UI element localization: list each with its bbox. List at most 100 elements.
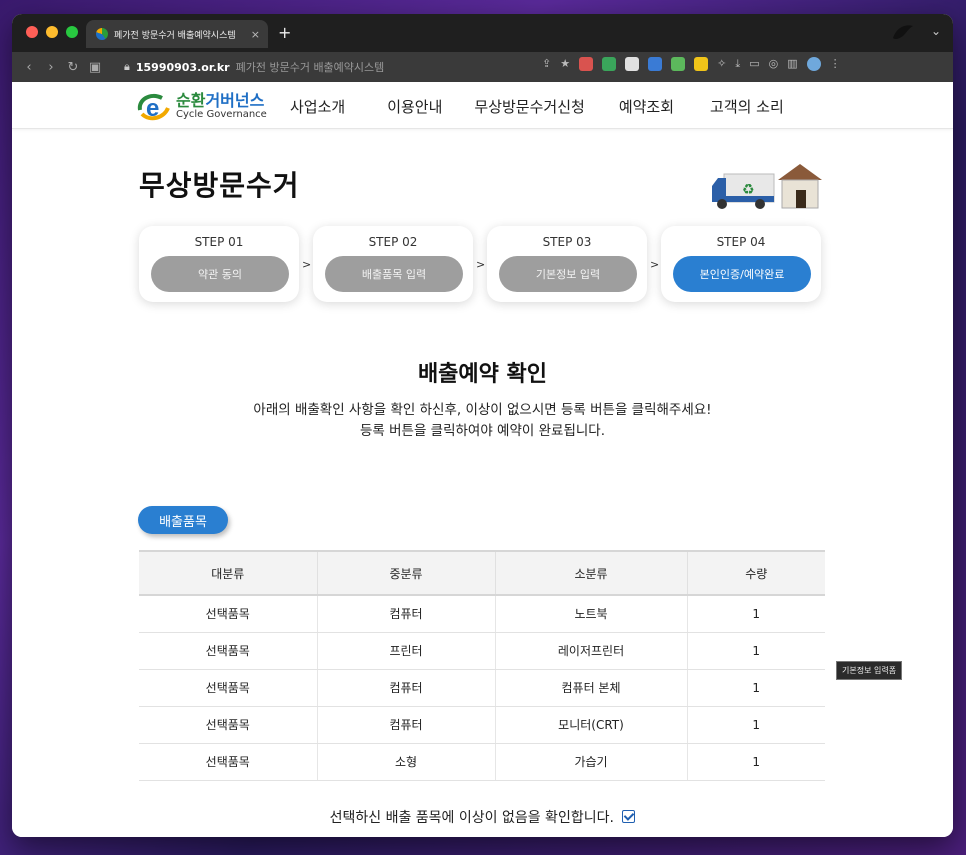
nav-guide[interactable]: 이용안내: [387, 96, 442, 117]
cell-qty: 1: [687, 669, 825, 707]
bookmark-icon[interactable]: ★: [560, 57, 570, 71]
url-host: 15990903.or.kr: [135, 60, 230, 74]
site-logo[interactable]: e 순환거버넌스 Cycle Governance: [136, 90, 267, 122]
col-header-minor: 소분류: [495, 550, 688, 596]
sidebar-icon[interactable]: ▥: [787, 57, 797, 71]
browser-window: 폐가전 방문수거 배출예약시스템 × + ⌄ ‹ › ↻ ▣ 🔒︎ 159909…: [12, 14, 953, 837]
minimize-window-button[interactable]: [46, 26, 58, 38]
url-field[interactable]: 🔒︎ 15990903.or.kr 폐가전 방문수거 배출예약시스템: [124, 56, 598, 78]
address-bar: ‹ › ↻ ▣ 🔒︎ 15990903.or.kr 폐가전 방문수거 배출예약시…: [12, 52, 953, 82]
logo-text: 순환거버넌스 Cycle Governance: [176, 92, 267, 121]
table-row: 선택품목 컴퓨터 모니터(CRT) 1: [139, 706, 825, 744]
cell-major: 선택품목: [139, 669, 318, 707]
window-controls: [26, 26, 78, 38]
step-3: STEP 03 기본정보 입력: [487, 226, 647, 302]
cell-major: 선택품목: [139, 743, 318, 781]
bird-icon[interactable]: [889, 20, 917, 44]
cell-minor: 모니터(CRT): [495, 706, 688, 744]
site-favicon-icon: [96, 28, 108, 40]
instructions-line-1: 아래의 배출확인 사항을 확인 하신후, 이상이 없으시면 등록 버튼을 클릭해…: [253, 402, 712, 418]
step-arrow-icon: >: [302, 258, 312, 271]
share-icon[interactable]: ⇪: [542, 57, 551, 71]
nav-about[interactable]: 사업소개: [290, 96, 345, 117]
cell-middle: 컴퓨터: [317, 706, 496, 744]
recycle-truck-icon: ♻: [712, 164, 822, 209]
extension-shield-icon[interactable]: [602, 57, 617, 71]
instructions: 아래의 배출확인 사항을 확인 하신후, 이상이 없으시면 등록 버튼을 클릭해…: [12, 400, 953, 442]
cell-major: 선택품목: [139, 706, 318, 744]
browser-tab[interactable]: 폐가전 방문수거 배출예약시스템 ×: [86, 20, 268, 48]
step-4-button[interactable]: 본인인증/예약완료: [673, 256, 811, 292]
nav-lookup[interactable]: 예약조회: [619, 96, 674, 117]
table-row: 선택품목 컴퓨터 노트북 1: [139, 595, 825, 633]
cell-middle: 컴퓨터: [317, 595, 496, 633]
tab-close-icon[interactable]: ×: [251, 28, 260, 41]
step-1-button[interactable]: 약관 동의: [151, 256, 289, 292]
tooltip: 기본정보 입력폼: [836, 661, 903, 680]
lock-icon: 🔒︎: [124, 60, 130, 73]
cell-minor: 노트북: [495, 595, 688, 633]
cell-major: 선택품목: [139, 595, 318, 633]
forward-icon[interactable]: ›: [40, 60, 62, 75]
confirm-title: 배출예약 확인: [417, 362, 548, 387]
cell-major: 선택품목: [139, 632, 318, 670]
agree-row: 선택하신 배출 품목에 이상이 없음을 확인합니다.: [12, 807, 953, 827]
cell-qty: 1: [687, 743, 825, 781]
extension-puzzle-icon[interactable]: ✧: [717, 57, 726, 71]
extension-yellow-icon[interactable]: [694, 57, 709, 71]
step-2-button[interactable]: 배출품목 입력: [325, 256, 463, 292]
tab-search-icon[interactable]: ⌄: [931, 24, 941, 38]
table-row: 선택품목 프린터 레이저프린터 1: [139, 632, 825, 670]
logo-english: Cycle Governance: [176, 108, 267, 120]
download-icon[interactable]: ⤓: [735, 57, 740, 71]
agree-checkbox[interactable]: [622, 810, 636, 823]
extension-slash-icon[interactable]: [625, 57, 640, 71]
table-row: 선택품목 소형 가습기 1: [139, 743, 825, 781]
step-4-label: STEP 04: [716, 235, 766, 249]
nav-apply[interactable]: 무상방문수거신청: [474, 96, 584, 117]
cell-qty: 1: [687, 706, 825, 744]
back-icon[interactable]: ‹: [18, 60, 40, 75]
site-header: e 순환거버넌스 Cycle Governance 사업소개 이용안내 무상방문…: [12, 82, 953, 129]
section-label-badge: 배출품목: [138, 506, 228, 534]
extension-green-icon[interactable]: [671, 57, 686, 71]
main-nav: 사업소개 이용안내 무상방문수거신청 예약조회 고객의 소리: [290, 96, 820, 117]
zoom-window-button[interactable]: [66, 26, 78, 38]
agree-label: 선택하신 배출 품목에 이상이 없음을 확인합니다.: [329, 810, 614, 826]
profile-avatar-icon[interactable]: [806, 57, 821, 71]
reader-icon[interactable]: ▣: [84, 60, 106, 75]
cell-minor: 레이저프린터: [495, 632, 688, 670]
step-2-label: STEP 02: [368, 235, 418, 249]
tab-title: 폐가전 방문수거 배출예약시스템: [114, 30, 236, 41]
more-menu-icon[interactable]: ⋮: [830, 57, 841, 71]
instructions-line-2: 등록 버튼을 클릭하여야 예약이 완료됩니다.: [359, 423, 606, 439]
cast-icon[interactable]: ▭: [749, 57, 759, 71]
step-3-label: STEP 03: [542, 235, 592, 249]
extensions-toolbar: ⇪ ★ ✧ ⤓ ▭ ◎ ▥ ⋮: [542, 57, 841, 71]
close-window-button[interactable]: [26, 26, 38, 38]
cell-minor: 컴퓨터 본체: [495, 669, 688, 707]
col-header-major: 대분류: [139, 550, 318, 596]
cycle-logo-icon: e: [137, 93, 170, 122]
extension-red-icon[interactable]: [579, 57, 594, 71]
new-tab-button[interactable]: +: [278, 23, 291, 42]
cell-minor: 가습기: [495, 743, 688, 781]
svg-text:e: e: [146, 95, 159, 122]
nav-voice[interactable]: 고객의 소리: [710, 96, 784, 117]
screenshot-icon[interactable]: ◎: [769, 57, 779, 71]
step-1: STEP 01 약관 동의: [139, 226, 299, 302]
step-3-button[interactable]: 기본정보 입력: [499, 256, 637, 292]
logo-korean: 순환거버넌스: [176, 90, 265, 110]
step-indicator: STEP 01 약관 동의 > STEP 02 배출품목 입력 > STEP 0…: [139, 226, 829, 302]
url-page-title: 폐가전 방문수거 배출예약시스템: [235, 61, 385, 74]
cell-qty: 1: [687, 632, 825, 670]
svg-text:♻: ♻: [742, 182, 755, 198]
step-1-label: STEP 01: [194, 235, 244, 249]
cell-middle: 컴퓨터: [317, 669, 496, 707]
step-arrow-icon: >: [650, 258, 660, 271]
reload-icon[interactable]: ↻: [62, 60, 84, 75]
step-arrow-icon: >: [476, 258, 486, 271]
page-title: 무상방문수거: [139, 169, 300, 202]
extension-translate-icon[interactable]: [648, 57, 663, 71]
table-row: 선택품목 컴퓨터 컴퓨터 본체 1: [139, 669, 825, 707]
